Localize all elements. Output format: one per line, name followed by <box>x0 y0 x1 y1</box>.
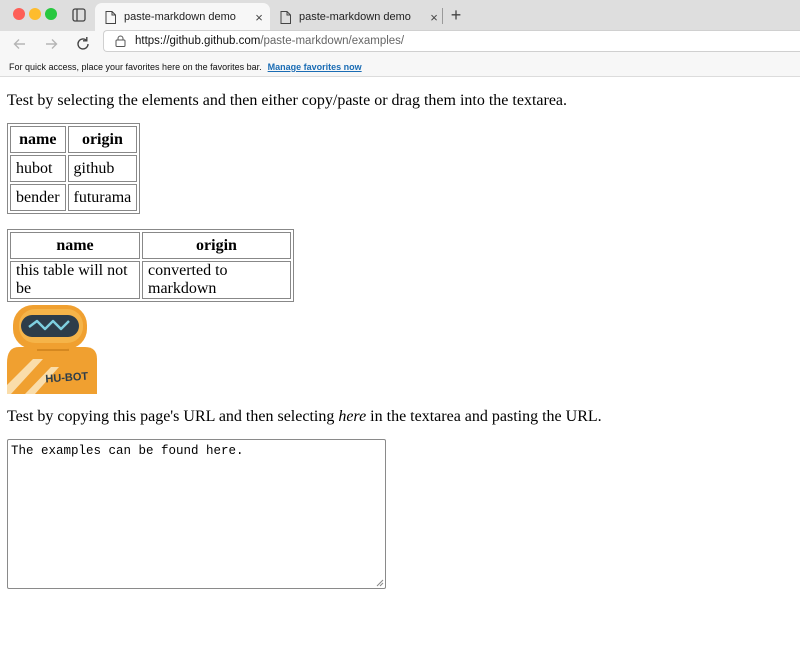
tab-bar: paste-markdown demo × paste-markdown dem… <box>0 0 800 31</box>
favorites-bar: For quick access, place your favorites h… <box>0 57 800 77</box>
tab-actions-icon[interactable] <box>72 8 86 22</box>
close-tab-icon[interactable]: × <box>248 10 270 25</box>
address-bar[interactable]: https://github.github.com/paste-markdown… <box>103 30 800 52</box>
table-cell: converted to markdown <box>142 261 291 299</box>
url-instructions: Test by copying this page's URL and then… <box>7 408 602 426</box>
table-header-cell: origin <box>67 126 138 153</box>
minimize-window-button[interactable] <box>29 8 41 20</box>
refresh-icon[interactable] <box>73 34 93 54</box>
table-header-cell: origin <box>142 232 291 259</box>
url-instructions-lead: Test by copying this page's URL and then… <box>7 408 339 425</box>
tab-title: paste-markdown demo <box>299 11 411 23</box>
url-path: /paste-markdown/examples/ <box>260 35 405 47</box>
markdown-textarea[interactable]: The examples can be found here. <box>7 439 386 589</box>
page-icon <box>105 10 116 24</box>
table-header-cell: name <box>10 126 66 153</box>
new-tab-button[interactable]: + <box>447 5 465 25</box>
table-cell: github <box>67 155 138 182</box>
favorites-bar-text: For quick access, place your favorites h… <box>9 61 262 72</box>
maximize-window-button[interactable] <box>45 8 57 20</box>
table-cell: this table will not be <box>10 261 140 299</box>
table-cell: hubot <box>10 155 66 182</box>
close-window-button[interactable] <box>13 8 25 20</box>
table-row: hubot github <box>10 155 138 182</box>
lock-icon[interactable] <box>115 35 126 47</box>
table-row: bender futurama <box>10 184 138 211</box>
table-header-row: name origin <box>10 126 138 153</box>
tab-inactive[interactable]: paste-markdown demo × <box>270 3 445 31</box>
table-cell: futurama <box>67 184 138 211</box>
back-arrow-icon[interactable] <box>10 34 30 54</box>
tab-separator <box>442 8 443 24</box>
table-header-cell: name <box>10 232 140 259</box>
table-hubot: name origin hubot github bender futurama <box>7 123 141 214</box>
tab-title: paste-markdown demo <box>124 11 236 23</box>
table-cell: bender <box>10 184 66 211</box>
table-not-converted: name origin this table will not be conve… <box>7 229 294 302</box>
hubot-image: HU-BOT <box>7 305 97 394</box>
url-text[interactable]: https://github.github.com/paste-markdown… <box>135 35 404 47</box>
page-icon <box>280 10 291 24</box>
resize-grip-icon[interactable] <box>376 579 384 587</box>
tab-active[interactable]: paste-markdown demo × <box>95 3 270 31</box>
here-emphasis: here <box>338 408 367 425</box>
table-row: this table will not be converted to mark… <box>10 261 291 299</box>
url-host: https://github.github.com <box>135 35 261 47</box>
forward-arrow-icon[interactable] <box>41 34 61 54</box>
manage-favorites-link[interactable]: Manage favorites now <box>268 62 362 72</box>
url-instructions-tail: in the textarea and pasting the URL. <box>366 408 602 425</box>
table-header-row: name origin <box>10 232 291 259</box>
intro-text: Test by selecting the elements and then … <box>7 92 568 109</box>
